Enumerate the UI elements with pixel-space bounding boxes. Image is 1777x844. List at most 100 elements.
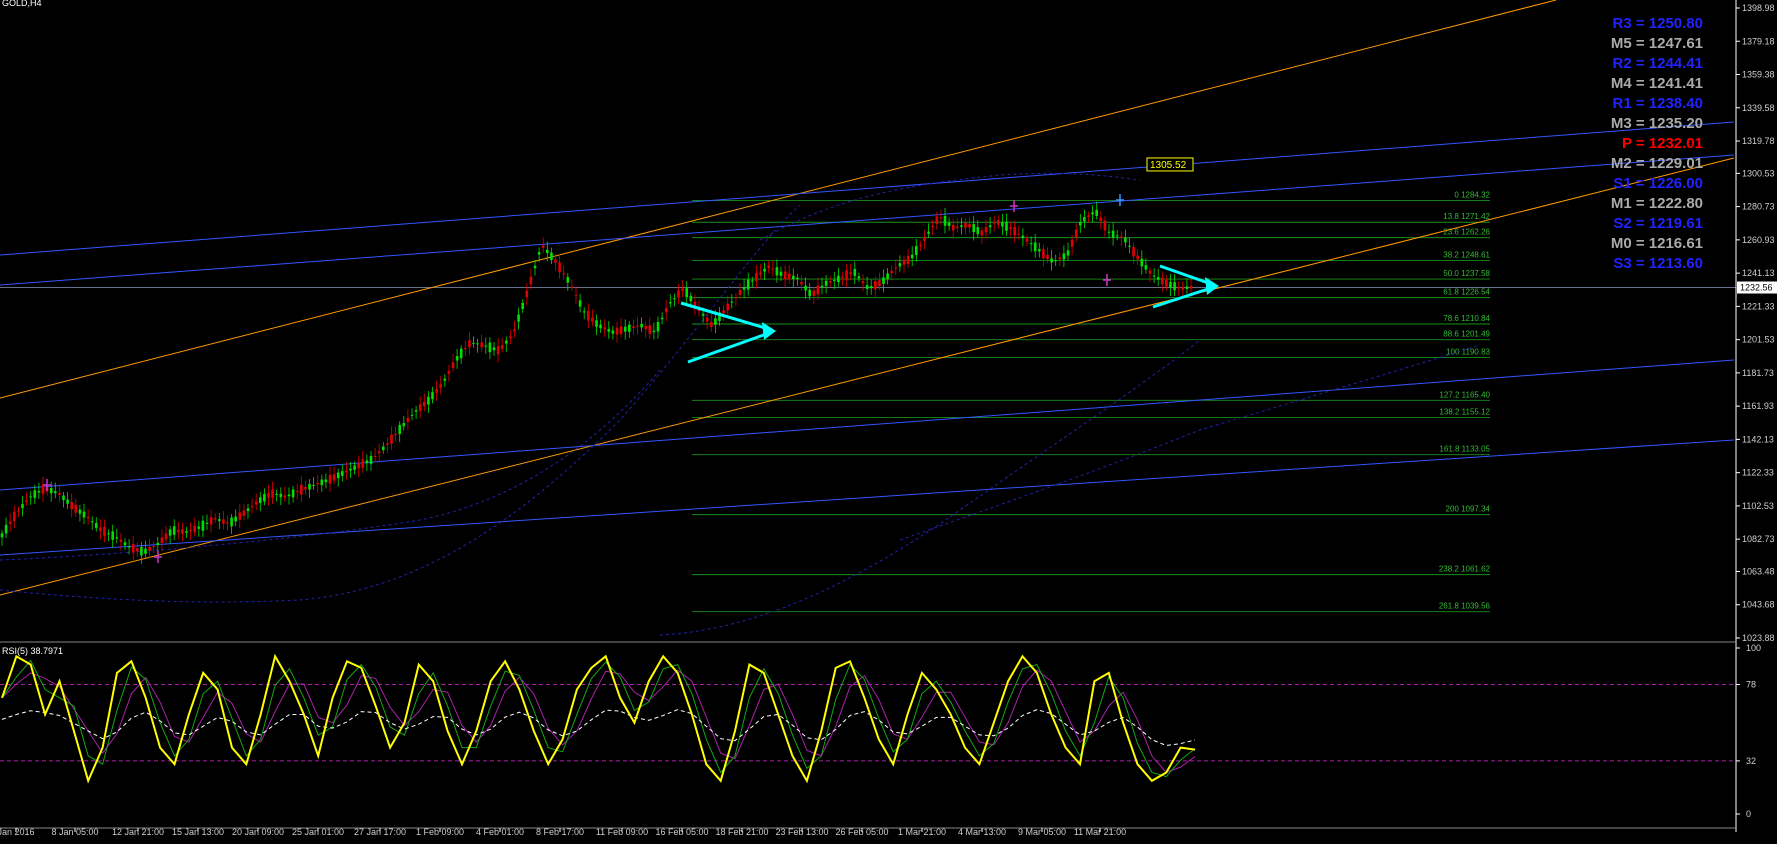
candle-body xyxy=(418,404,422,411)
candle-body xyxy=(431,392,434,400)
candle-body xyxy=(730,301,734,303)
time-tick-label: 23 Feb 13:00 xyxy=(775,827,828,837)
candle-body xyxy=(1017,233,1021,235)
candle-body xyxy=(78,509,82,514)
candle-body xyxy=(300,484,303,495)
candle-body xyxy=(923,237,926,241)
price-tick-label: 1319.78 xyxy=(1742,136,1775,146)
candle-body xyxy=(213,517,217,520)
price-tick-label: 1161.93 xyxy=(1742,401,1774,411)
candle-body xyxy=(972,224,975,233)
candle-body xyxy=(951,224,955,231)
candle-body xyxy=(796,277,799,280)
time-tick-label: 20 Jan 09:00 xyxy=(232,827,284,837)
candle-body xyxy=(82,511,86,518)
gold-h4-chart: 0 1284.3213.8 1271.4223.6 1262.2638.2 12… xyxy=(0,0,1777,844)
candle-body xyxy=(537,252,541,255)
pivot-level-s1: S1 = 1226.00 xyxy=(1613,175,1703,192)
pivot-level-r3: R3 = 1250.80 xyxy=(1613,15,1704,32)
candle-body xyxy=(1091,212,1094,215)
candle-body xyxy=(168,529,172,536)
time-tick-label: 27 Jan 17:00 xyxy=(354,827,406,837)
candle-body xyxy=(283,495,287,498)
fib-level-label: 61.8 1226.54 xyxy=(1443,288,1490,297)
candle-body xyxy=(1136,255,1139,260)
candle-body xyxy=(259,497,262,504)
candle-body xyxy=(705,317,709,322)
candle-body xyxy=(779,271,783,276)
candle-body xyxy=(377,451,381,454)
candle-body xyxy=(152,546,155,548)
candle-body xyxy=(1177,286,1180,289)
symbol-label: GOLD,H4 xyxy=(2,0,42,8)
candle-body xyxy=(1185,286,1189,289)
candle-body xyxy=(353,465,356,470)
candle-body xyxy=(833,279,836,281)
candle-body xyxy=(1062,253,1066,260)
candle-body xyxy=(218,519,221,521)
candle-body xyxy=(398,424,401,435)
candle-body xyxy=(123,542,127,546)
candle-body xyxy=(455,356,459,361)
price-tick-label: 1379.18 xyxy=(1742,36,1775,46)
candle-body xyxy=(103,526,106,537)
candle-body xyxy=(644,325,647,330)
pivot-level-p: P = 1232.01 xyxy=(1622,135,1703,152)
candle-body xyxy=(816,285,820,295)
rsi-tick-label: 100 xyxy=(1746,643,1761,653)
candle-body xyxy=(127,546,131,548)
candle-body xyxy=(890,270,893,274)
candle-body xyxy=(763,268,766,272)
candle-body xyxy=(427,396,430,405)
candle-body xyxy=(1038,249,1041,252)
candle-body xyxy=(1033,242,1037,252)
candle-body xyxy=(1173,282,1176,291)
candle-body xyxy=(1066,250,1070,256)
candle-body xyxy=(160,537,164,543)
candle-body xyxy=(943,216,947,226)
current-price-label: 1232.56 xyxy=(1740,283,1773,293)
candle-body xyxy=(369,455,373,464)
candle-body xyxy=(726,303,729,311)
candle-body xyxy=(496,346,500,355)
candle-body xyxy=(1095,209,1098,216)
candle-body xyxy=(148,546,151,551)
candle-body xyxy=(664,308,668,313)
candle-body xyxy=(13,511,16,522)
pivot-level-r2: R2 = 1244.41 xyxy=(1613,55,1704,72)
candle-body xyxy=(472,342,475,344)
candle-body xyxy=(1083,217,1086,222)
candle-body xyxy=(1156,277,1160,280)
candle-body xyxy=(927,231,930,234)
time-tick-label: Jan 2016 xyxy=(0,827,35,837)
candle-body xyxy=(1054,260,1057,262)
candle-body xyxy=(332,474,336,481)
candle-body xyxy=(308,483,311,490)
candle-body xyxy=(874,280,877,290)
candle-body xyxy=(898,263,902,267)
candle-body xyxy=(37,490,41,493)
candle-body xyxy=(267,493,270,498)
candle-body xyxy=(361,459,365,469)
price-tick-label: 1043.68 xyxy=(1742,600,1775,610)
candle-body xyxy=(783,271,787,280)
candle-body xyxy=(1189,285,1193,289)
candle-body xyxy=(824,280,828,286)
candle-body xyxy=(517,314,520,322)
candle-body xyxy=(238,512,242,520)
candle-body xyxy=(1152,275,1156,277)
candle-body xyxy=(628,324,631,332)
candle-body xyxy=(54,491,57,494)
candle-body xyxy=(570,286,574,288)
candle-body xyxy=(910,254,914,259)
candle-body xyxy=(423,401,426,407)
time-tick-label: 25 Jan 01:00 xyxy=(292,827,344,837)
candle-body xyxy=(947,222,951,227)
candle-body xyxy=(1165,279,1168,287)
candle-body xyxy=(623,326,627,332)
candle-body xyxy=(365,460,369,464)
candle-body xyxy=(976,227,980,235)
candle-body xyxy=(230,517,233,527)
candle-body xyxy=(234,516,237,522)
rsi-title: RSI(5) 38.7971 xyxy=(2,646,63,656)
